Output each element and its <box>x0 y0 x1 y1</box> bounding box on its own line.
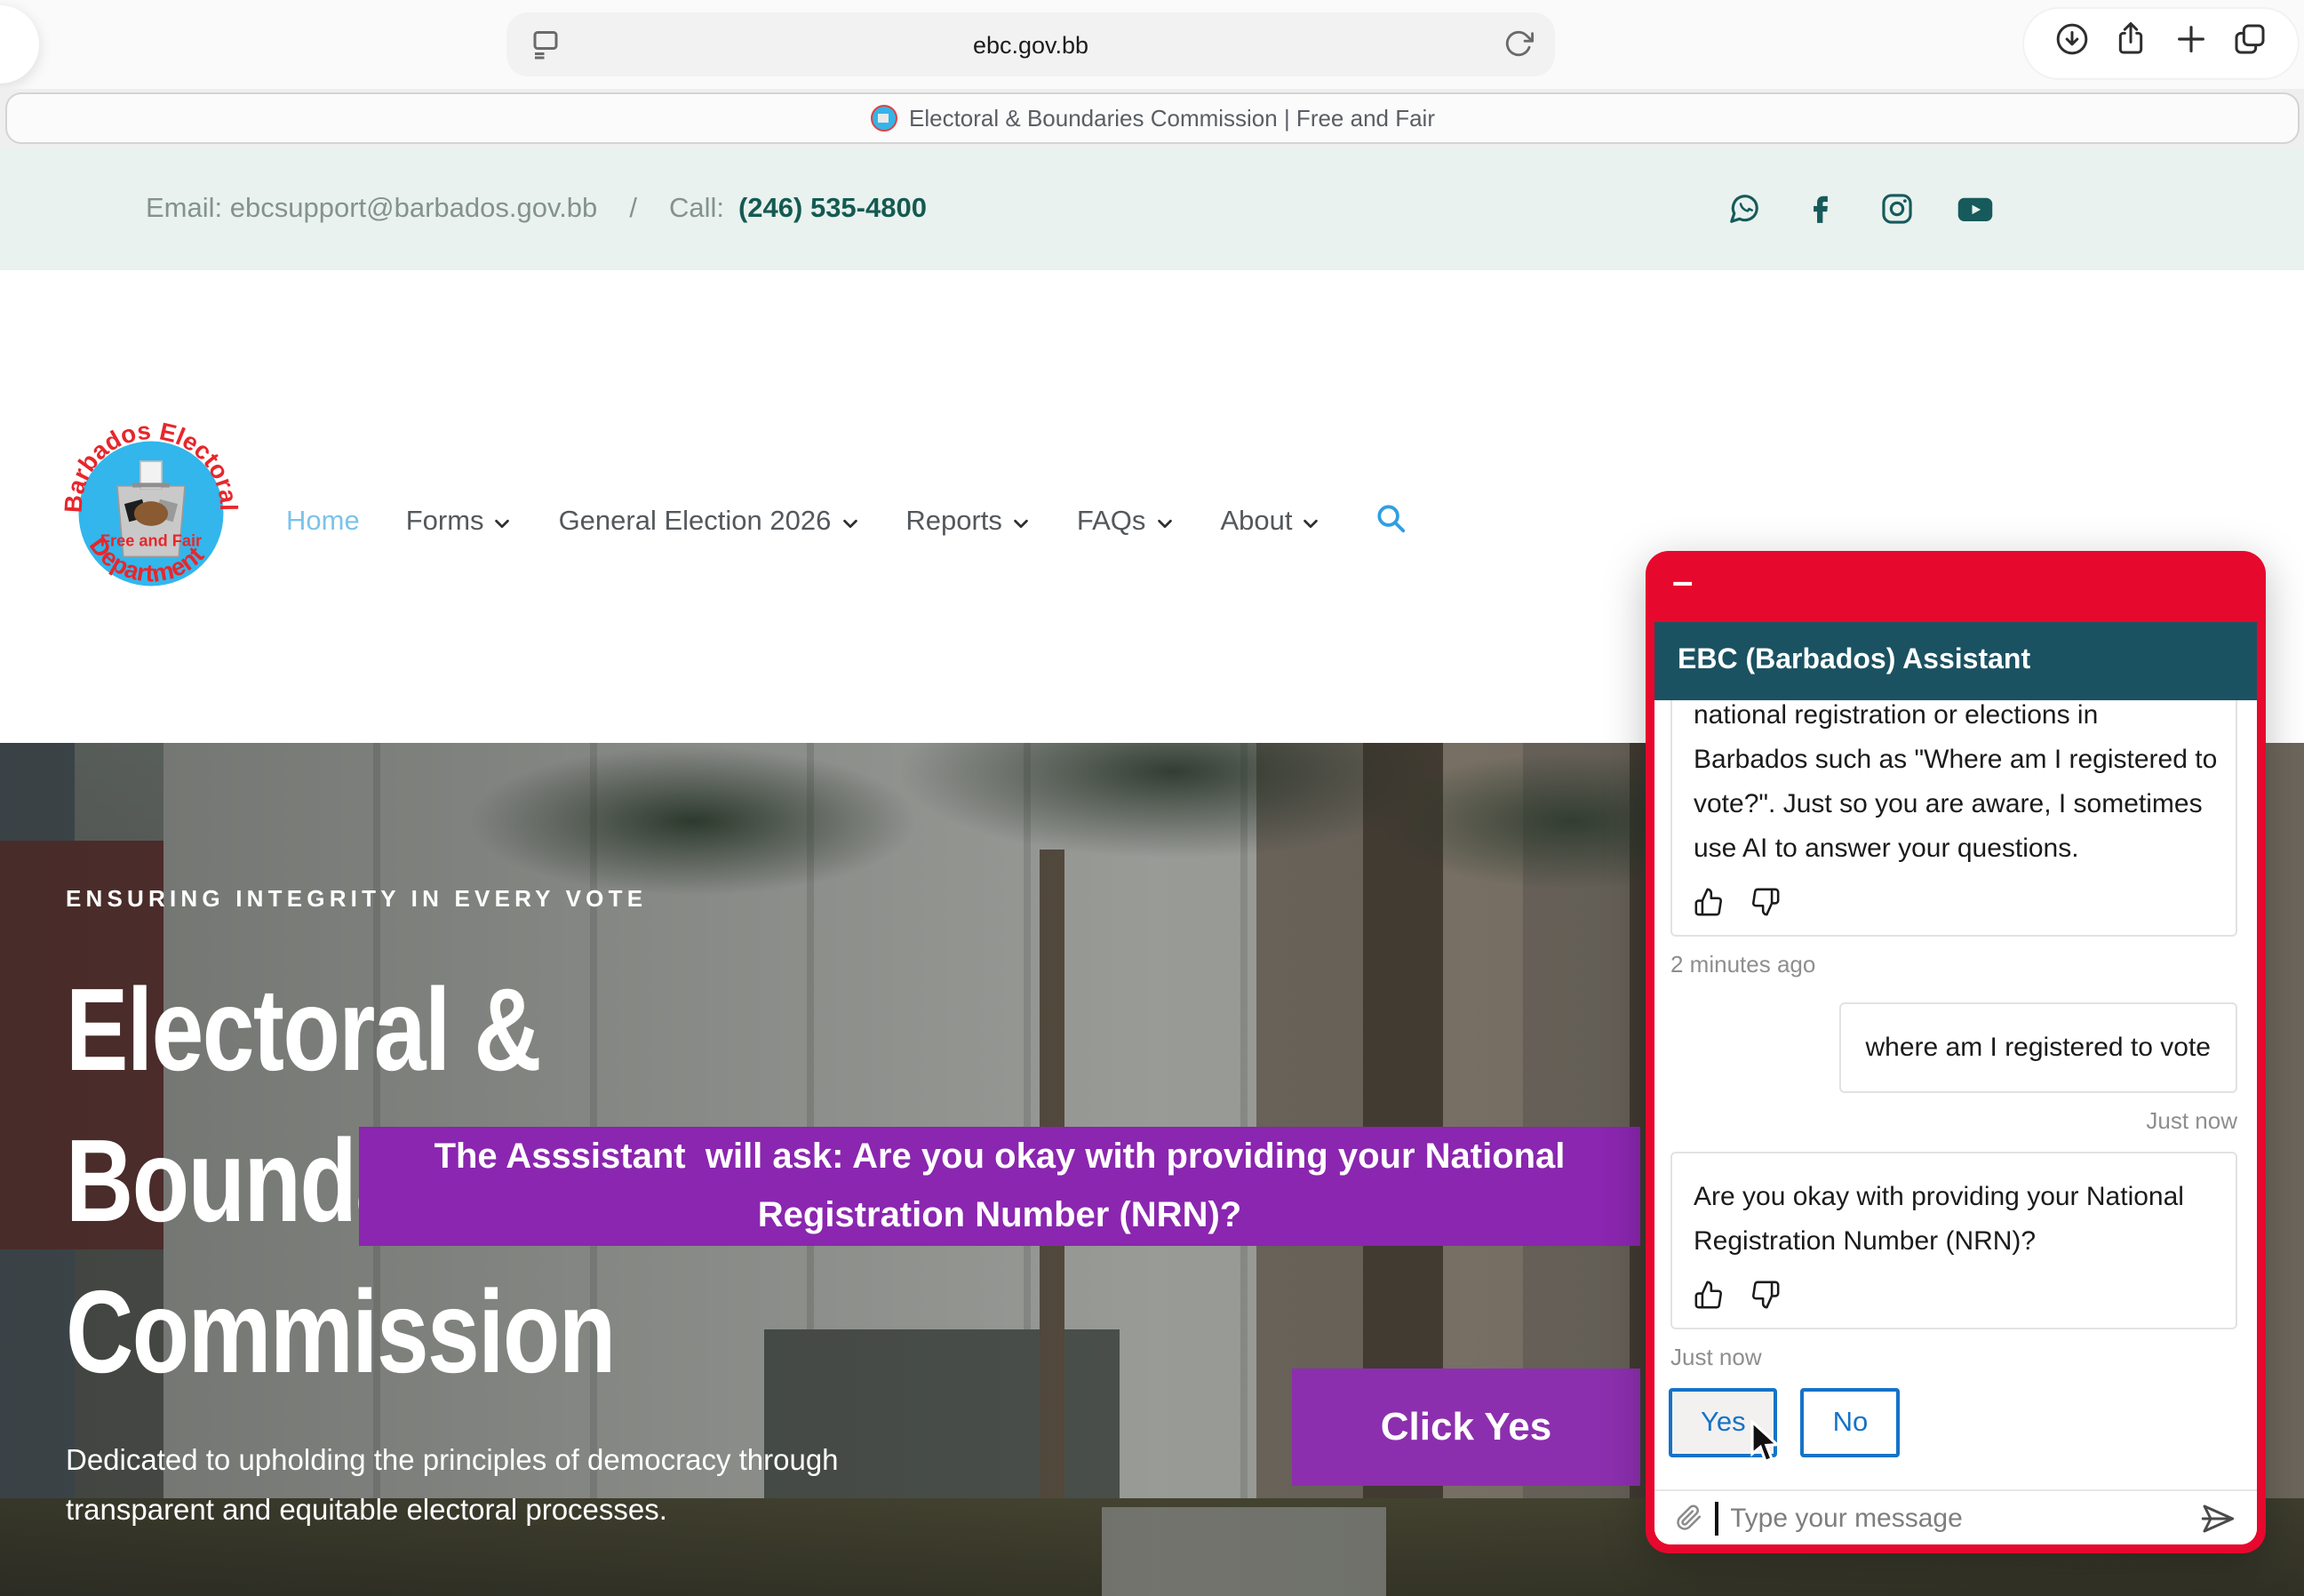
site-contact-bar: Email: ebcsupport@barbados.gov.bb / Call… <box>0 148 2304 270</box>
share-icon[interactable] <box>2114 21 2149 66</box>
toolbar-buttons <box>2024 9 2298 78</box>
quick-reply-no[interactable]: No <box>1801 1388 1901 1457</box>
hero-eyebrow: ENSURING INTEGRITY IN EVERY VOTE <box>66 885 901 912</box>
whatsapp-icon[interactable] <box>1727 192 1761 226</box>
user-message-row: where am I registered to vote <box>1670 1002 2237 1093</box>
message-feedback <box>1694 1280 2218 1310</box>
thumb-up-icon[interactable] <box>1694 1280 1724 1310</box>
thumb-down-icon[interactable] <box>1750 887 1781 917</box>
chevron-down-icon <box>1011 513 1031 532</box>
chevron-down-icon <box>493 513 513 532</box>
thumb-up-icon[interactable] <box>1694 887 1724 917</box>
paperclip-icon[interactable] <box>1676 1502 1702 1534</box>
chat-widget: – EBC (Barbados) Assistant national regi… <box>1646 551 2266 1553</box>
site-logo[interactable]: Barbados Electoral Department Free and F… <box>59 421 243 606</box>
chat-input-row <box>1654 1489 2257 1544</box>
message-timestamp: Just now <box>1670 1344 2237 1370</box>
chat-title: EBC (Barbados) Assistant <box>1678 645 2030 677</box>
text-caret <box>1715 1501 1718 1535</box>
tab-strip: Electoral & Boundaries Commission | Free… <box>0 89 2304 148</box>
new-tab-icon[interactable] <box>2173 21 2209 66</box>
logo-center-text: Free and Fair <box>100 531 202 549</box>
chevron-down-icon <box>1301 513 1320 532</box>
downloads-icon[interactable] <box>2054 21 2090 66</box>
message-timestamp: Just now <box>1670 1107 2237 1134</box>
chat-body: national registration or elections in Ba… <box>1654 700 2257 1544</box>
message-timestamp: 2 minutes ago <box>1670 951 2237 978</box>
hero-description: Dedicated to upholding the principles of… <box>66 1436 901 1536</box>
chevron-down-icon <box>840 513 859 532</box>
youtube-icon[interactable] <box>1957 192 1994 226</box>
window-edge-button[interactable] <box>0 5 39 84</box>
call-label: Call: <box>669 193 724 225</box>
browser-toolbar: ebc.gov.bb <box>0 0 2304 89</box>
chat-header: EBC (Barbados) Assistant <box>1654 622 2257 700</box>
hero-title-line1: Electoral & <box>66 954 734 1105</box>
bot-message-text: Are you okay with providing your Nationa… <box>1694 1182 2184 1257</box>
nav-item-reports[interactable]: Reports <box>905 507 1031 539</box>
safari-window: ebc.gov.bb <box>0 0 2304 1596</box>
send-icon[interactable] <box>2198 1499 2236 1536</box>
chat-message-list[interactable]: national registration or elections in Ba… <box>1654 700 2257 1488</box>
chat-message-input[interactable] <box>1730 1503 2186 1533</box>
message-feedback <box>1694 887 2218 917</box>
chevron-down-icon <box>1154 513 1174 532</box>
bot-message: Are you okay with providing your Nationa… <box>1670 1152 2237 1329</box>
nav-item-about[interactable]: About <box>1220 507 1320 539</box>
facebook-icon[interactable] <box>1804 192 1838 226</box>
nav-item-general-election-2026[interactable]: General Election 2026 <box>559 507 860 539</box>
chat-minimize-button[interactable]: – <box>1672 562 1693 604</box>
email-address[interactable]: ebcsupport@barbados.gov.bb <box>230 193 598 223</box>
assistant-promo-banner: The Asssistant will ask: Are you okay wi… <box>359 1127 1640 1246</box>
phone-number[interactable]: (246) 535-4800 <box>738 193 927 225</box>
site-favicon <box>870 105 897 132</box>
click-yes-button[interactable]: Click Yes <box>1292 1369 1640 1486</box>
thumb-down-icon[interactable] <box>1750 1280 1781 1310</box>
nav-item-faqs[interactable]: FAQs <box>1077 507 1175 539</box>
main-navigation: Home Forms General Election 2026 Reports… <box>286 501 1407 544</box>
address-bar[interactable]: ebc.gov.bb <box>506 12 1555 76</box>
nav-item-home[interactable]: Home <box>286 507 360 539</box>
user-message: where am I registered to vote <box>1838 1002 2237 1093</box>
contact-info: Email: ebcsupport@barbados.gov.bb / Call… <box>146 193 927 225</box>
nav-item-forms[interactable]: Forms <box>406 507 513 539</box>
search-icon[interactable] <box>1374 501 1407 544</box>
bot-message: national registration or elections in Ba… <box>1670 700 2237 937</box>
social-links <box>1727 192 1994 226</box>
active-tab[interactable]: Electoral & Boundaries Commission | Free… <box>5 92 2300 144</box>
hero-title-line3: Commission <box>66 1257 734 1408</box>
url-text: ebc.gov.bb <box>506 31 1555 58</box>
email-label: Email: ebcsupport@barbados.gov.bb <box>146 193 597 225</box>
instagram-icon[interactable] <box>1880 192 1914 226</box>
tab-overview-icon[interactable] <box>2233 21 2268 66</box>
tab-title: Electoral & Boundaries Commission | Free… <box>909 105 1435 132</box>
bot-message-text: national registration or elections in Ba… <box>1694 700 2217 864</box>
refresh-icon[interactable] <box>1503 28 1534 68</box>
mouse-cursor <box>1749 1420 1782 1466</box>
separator: / <box>629 193 637 225</box>
